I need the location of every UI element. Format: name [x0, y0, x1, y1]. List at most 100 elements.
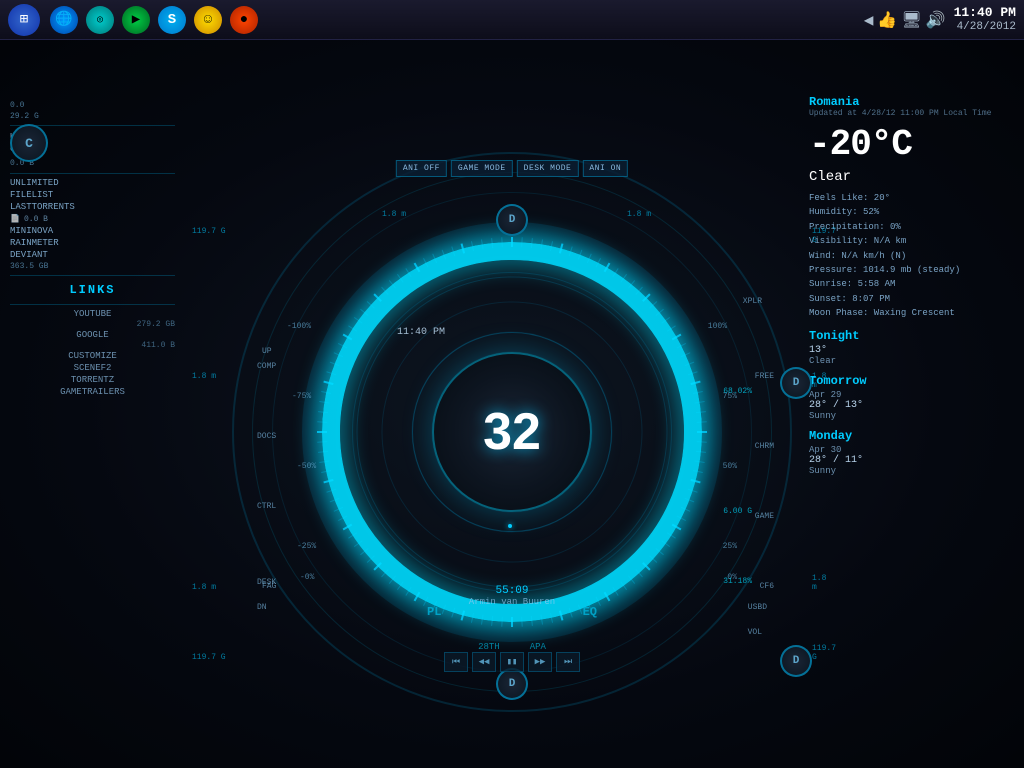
skype-icon[interactable]: S	[158, 6, 186, 34]
next-button[interactable]: ▶▶	[528, 652, 552, 672]
tonight-condition: Clear	[809, 356, 1009, 366]
d-circle-bottom[interactable]: D	[496, 668, 528, 700]
size-label-right-4: 119.7 G	[812, 644, 836, 662]
usbd-label[interactable]: USBD	[748, 603, 767, 612]
emoji-icon[interactable]: ☺	[194, 6, 222, 34]
separator2	[10, 173, 175, 174]
separator4	[10, 304, 175, 305]
clock-date: 4/28/2012	[954, 21, 1016, 34]
prev-button[interactable]: ◀◀	[472, 652, 496, 672]
link-gametrailers[interactable]: GAMETRAILERS	[10, 386, 175, 398]
d-circle-right-top[interactable]: D	[780, 367, 812, 399]
hud-center: 32 11:40 PM 55:09 Armin van Buuren ANI O…	[232, 152, 792, 712]
moon-phase: Moon Phase: Waxing Crescent	[809, 306, 1009, 320]
pct-50-r: 50%	[723, 462, 737, 471]
skip-back-button[interactable]: ⏮	[444, 652, 468, 672]
link-scenef2[interactable]: SCENEF2	[10, 362, 175, 374]
taskbar: 🌐 ◎ ▶ S ☺ ● ◀ 👍 🖥 🔊 11:40 PM 4/28/2012	[0, 0, 1024, 40]
link-google[interactable]: GOOGLE	[10, 329, 175, 341]
cf6-label[interactable]: CF6	[760, 582, 774, 591]
app2-icon[interactable]: ◎	[86, 6, 114, 34]
pct-0-l: -0%	[300, 573, 314, 582]
separator3	[10, 275, 175, 276]
desk-label[interactable]: DESK	[257, 578, 276, 587]
free-label[interactable]: FREE	[755, 372, 774, 381]
sunset: Sunset: 8:07 PM	[809, 292, 1009, 306]
xplr-label[interactable]: XPLR	[743, 297, 762, 306]
stat-free: 68.02%	[723, 387, 752, 396]
tomorrow-title: Tomorrow	[809, 374, 1009, 388]
pct-100-r: 100%	[708, 322, 727, 331]
record-icon[interactable]: ●	[230, 6, 258, 34]
eq-label[interactable]: EQ	[583, 602, 597, 620]
ie-icon[interactable]: 🌐	[50, 6, 78, 34]
chrm-label[interactable]: CHRM	[755, 442, 774, 451]
pct-75-l: -75%	[292, 392, 311, 401]
dn-label[interactable]: DN	[257, 603, 267, 612]
game-label[interactable]: GAME	[755, 512, 774, 521]
tomorrow-date: Apr 29	[809, 390, 1009, 400]
pct-100-l: -100%	[287, 322, 311, 331]
sunrise: Sunrise: 5:58 AM	[809, 277, 1009, 291]
left-lasttorrents[interactable]: LASTTORRENTS	[10, 201, 175, 213]
size-label-left-3: 1.8 m	[192, 583, 216, 592]
size-label-left-2: 1.8 m	[192, 372, 216, 381]
taskbar-icons: 🌐 ◎ ▶ S ☺ ●	[50, 6, 864, 34]
d-circle-right-bottom[interactable]: D	[780, 645, 812, 677]
link-customize[interactable]: CUSTOMIZE	[10, 350, 175, 362]
track-artist: Armin van Buuren	[469, 597, 555, 607]
play-icon[interactable]: ▶	[122, 6, 150, 34]
game-mode-button[interactable]: GAME MODE	[451, 160, 513, 177]
monday-date: Apr 30	[809, 445, 1009, 455]
ani-on-button[interactable]: ANI ON	[582, 160, 628, 177]
precipitation: Precipitation: 0%	[809, 220, 1009, 234]
start-button[interactable]	[8, 4, 40, 36]
media-controls: ⏮ ◀◀ ▮▮ ▶▶ ⏭	[444, 652, 580, 672]
link-torrentz[interactable]: TORRENTZ	[10, 374, 175, 386]
right-panel: Romania Updated at 4/28/12 11:00 PM Loca…	[809, 95, 1009, 480]
size-label-top-right: 1.8 m	[627, 210, 651, 219]
left-rainmeter[interactable]: RAINMETER	[10, 237, 175, 249]
tonight-temp: 13°	[809, 345, 1009, 356]
wind: Wind: N/A km/h (N)	[809, 249, 1009, 263]
ani-off-button[interactable]: ANI OFF	[396, 160, 447, 177]
track-apa: APA	[530, 642, 546, 652]
left-unlimited[interactable]: UNLIMITED	[10, 177, 175, 189]
monday-temp: 28° / 11°	[809, 455, 1009, 466]
size-label-top-left: 1.8 m	[382, 210, 406, 219]
humidity: Humidity: 52%	[809, 205, 1009, 219]
docs-label[interactable]: DOCS	[257, 432, 276, 441]
thumb-icon[interactable]: 👍	[877, 10, 897, 30]
left-mininova[interactable]: MININOVA	[10, 225, 175, 237]
stat-game: 6.00 G	[723, 507, 752, 516]
pct-25-r: 25%	[723, 542, 737, 551]
pl-label[interactable]: PL	[427, 602, 441, 620]
visibility: Visibility: N/A km	[809, 234, 1009, 248]
monitor-icon[interactable]: 🖥	[901, 10, 921, 30]
prev-icon[interactable]: ◀	[864, 10, 874, 30]
comp-label[interactable]: COMP	[257, 362, 276, 371]
pause-button[interactable]: ▮▮	[500, 652, 524, 672]
main-area: 0.0 29.2 G C UP COMP 0.0 B UNLIMITED FIL…	[0, 40, 1024, 768]
skip-forward-button[interactable]: ⏭	[556, 652, 580, 672]
volume-icon[interactable]: 🔊	[926, 10, 946, 30]
weather-updated: Updated at 4/28/12 11:00 PM Local Time	[809, 109, 1009, 118]
link-youtube[interactable]: YOUTUBE	[10, 308, 175, 320]
d-circle-top[interactable]: D	[496, 204, 528, 236]
c-circle[interactable]: C	[10, 124, 48, 162]
up-label[interactable]: UP	[262, 347, 272, 356]
ctrl-label[interactable]: CTRL	[257, 502, 276, 511]
left-stat-0: 0.0	[10, 100, 175, 111]
left-deviant[interactable]: DEVIANT	[10, 249, 175, 261]
vol-label[interactable]: VOL	[748, 628, 762, 637]
pressure: Pressure: 1014.9 mb (steady)	[809, 263, 1009, 277]
size-label-right-1: 119.7 G	[812, 227, 836, 245]
desk-mode-button[interactable]: DESK MODE	[517, 160, 579, 177]
monday-title: Monday	[809, 429, 1009, 443]
feels-like: Feels Like: 20°	[809, 191, 1009, 205]
tomorrow-temp: 28° / 13°	[809, 400, 1009, 411]
size-label-left-1: 119.7 G	[192, 227, 226, 236]
size-label-right-2: 1.8 m	[812, 372, 826, 390]
left-filelist[interactable]: FILELIST	[10, 189, 175, 201]
clock-widget: 11:40 PM 4/28/2012	[954, 5, 1016, 34]
